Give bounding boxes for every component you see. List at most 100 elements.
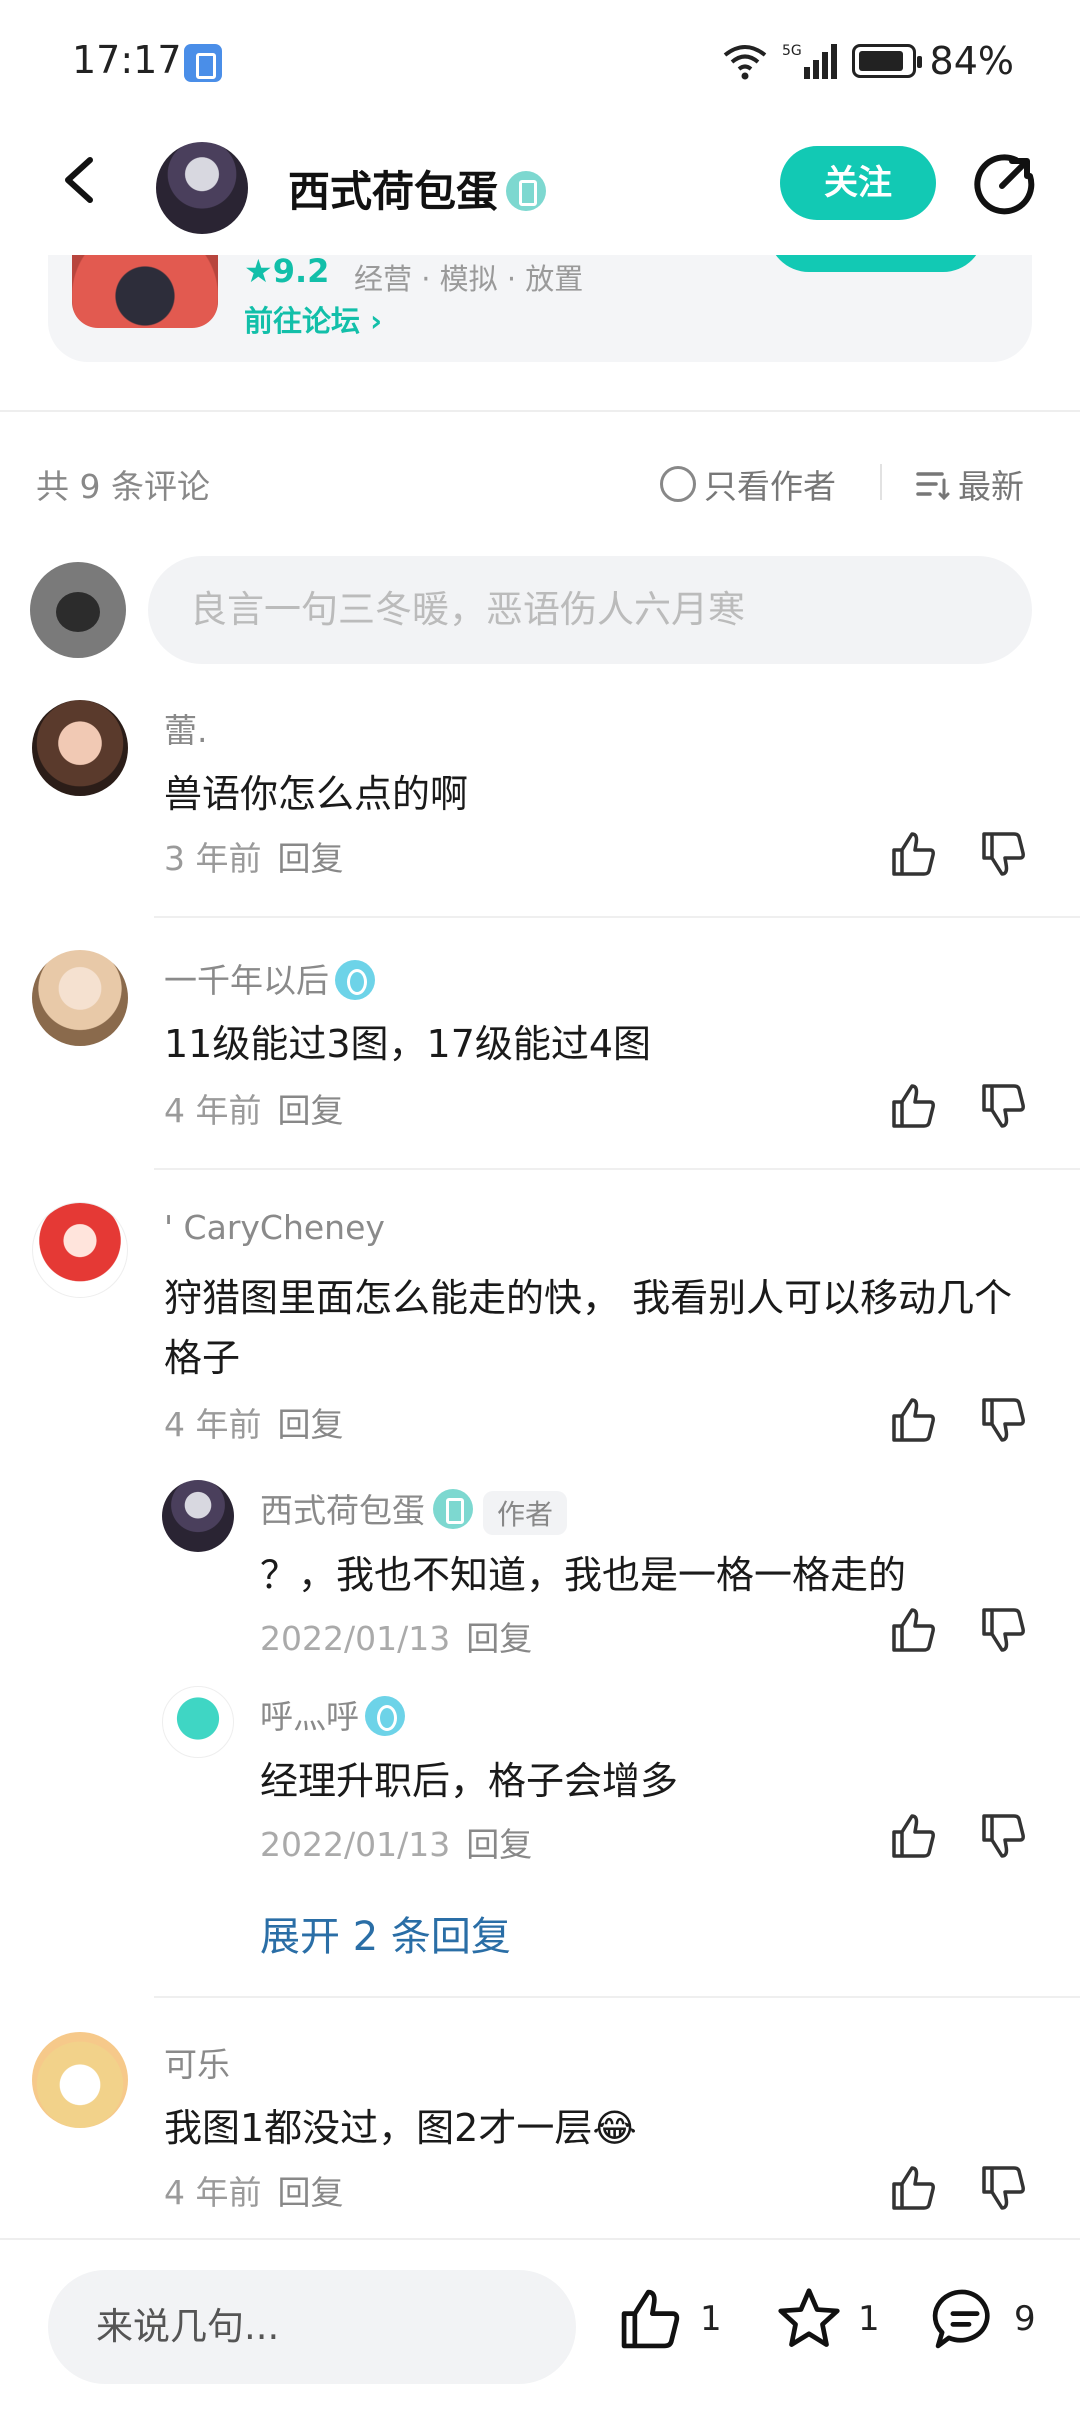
comment-meta: 4 年前 回复 — [164, 1084, 344, 1132]
comment-divider — [154, 1996, 1080, 1998]
reply-time: 2022/01/13 — [260, 1619, 451, 1658]
thumbs-up-icon[interactable] — [888, 2162, 940, 2214]
commenter-name[interactable]: 一千年以后 — [164, 954, 375, 1003]
verified-badge-icon — [506, 170, 547, 211]
comment-text: 兽语你怎么点的啊 — [164, 772, 469, 816]
cellular-signal-icon: 5G — [782, 43, 837, 79]
expand-replies-button[interactable]: 展开 2 条回复 — [260, 1904, 511, 1962]
comment-text: 我图1都没过，图2才一层😂 — [164, 2106, 637, 2150]
favorite-count: 1 — [858, 2299, 880, 2339]
like-post-button[interactable]: 1 — [616, 2284, 722, 2354]
reply-meta: 2022/01/13 回复 — [260, 1818, 532, 1866]
comment-divider — [154, 1168, 1080, 1170]
comment-time: 4 年前 — [164, 1405, 262, 1444]
reply-text: 经理升职后，格子会增多 — [260, 1759, 679, 1803]
app-notification-icon — [184, 44, 222, 82]
comment-text: 狩猎图里面怎么能走的快， 我看别人可以移动几个格子 — [164, 1276, 1013, 1380]
sort-icon — [916, 472, 950, 501]
comment-time: 4 年前 — [164, 1091, 262, 1130]
replier-name[interactable]: 呼灬呼 — [260, 1690, 405, 1739]
section-divider — [0, 410, 1080, 412]
reply-button[interactable]: 回复 — [278, 1405, 344, 1444]
reply-button[interactable]: 回复 — [278, 839, 344, 878]
reply-button[interactable]: 回复 — [278, 1091, 344, 1130]
thumbs-up-icon[interactable] — [888, 1394, 940, 1446]
like-count: 1 — [700, 2299, 722, 2339]
top-header: 西式荷包蛋 关注 — [0, 120, 1080, 255]
commenter-avatar[interactable] — [32, 2032, 128, 2128]
comment-time: 3 年前 — [164, 839, 262, 878]
replier-name[interactable]: 西式荷包蛋 作者 — [260, 1484, 568, 1535]
comment-item: ' CaryCheney 狩猎图里面怎么能走的快， 我看别人可以移动几个格子 4… — [0, 1192, 1080, 2002]
comment-button[interactable]: 9 — [930, 2284, 1036, 2354]
network-type-label: 5G — [782, 43, 802, 59]
author-only-filter[interactable]: 只看作者 — [660, 460, 836, 508]
bottom-action-bar: 来说几句... 1 1 9 — [0, 2238, 1080, 2412]
comment-meta: 3 年前 回复 — [164, 832, 344, 880]
comment-input[interactable]: 良言一句三冬暖，恶语伤人六月寒 — [148, 556, 1032, 664]
favorite-button[interactable]: 1 — [774, 2284, 880, 2354]
forum-link[interactable]: 前往论坛 › — [244, 298, 382, 340]
author-name-text: 西式荷包蛋 — [288, 167, 499, 216]
thumbs-up-icon[interactable] — [888, 1810, 940, 1862]
battery-percentage: 84% — [929, 39, 1014, 83]
comment-meta: 4 年前 回复 — [164, 1398, 344, 1446]
comment-item: 可乐 我图1都没过，图2才一层😂 4 年前 回复 — [0, 2024, 1080, 2234]
follow-button[interactable]: 关注 — [780, 146, 936, 220]
thumbs-up-icon[interactable] — [888, 828, 940, 880]
reply-button[interactable]: 回复 — [278, 2173, 344, 2212]
sort-label: 最新 — [958, 467, 1024, 506]
reply-text: ？，我也不知道，我也是一格一格走的 — [260, 1553, 907, 1597]
reply-button[interactable]: 回复 — [466, 1619, 532, 1658]
comment-bubble-icon — [932, 2289, 990, 2349]
status-indicators: 5G 84% — [722, 36, 1014, 86]
commenter-avatar[interactable] — [32, 950, 128, 1046]
replier-avatar[interactable] — [162, 1480, 234, 1552]
level-badge-icon — [365, 1695, 405, 1736]
comment-item: 蕾. 兽语你怎么点的啊 3 年前 回复 — [0, 690, 1080, 920]
commenter-avatar[interactable] — [32, 1202, 128, 1298]
game-rating: ★9.2 — [244, 252, 330, 290]
status-time: 17:17 — [72, 38, 182, 82]
my-avatar — [30, 562, 126, 658]
thumbs-up-icon[interactable] — [888, 1604, 940, 1656]
thumbs-down-icon[interactable] — [978, 1604, 1030, 1656]
comment-text: 11级能过3图，17级能过4图 — [164, 1022, 652, 1066]
game-tags: 经营 · 模拟 · 放置 — [354, 262, 584, 296]
commenter-avatar[interactable] — [32, 700, 128, 796]
verified-badge-icon — [433, 1488, 473, 1529]
replier-name-text: 西式荷包蛋 — [260, 1491, 425, 1530]
thumbs-down-icon[interactable] — [978, 1810, 1030, 1862]
commenter-name[interactable]: ' CaryCheney — [164, 1208, 385, 1247]
star-icon — [778, 2288, 840, 2347]
thumbs-down-icon[interactable] — [978, 2162, 1030, 2214]
replier-name-text: 呼灬呼 — [260, 1697, 359, 1736]
battery-icon — [851, 44, 922, 78]
comment-meta: 4 年前 回复 — [164, 2166, 344, 2214]
status-bar: 17:17 5G 84% — [0, 0, 1080, 120]
radio-unchecked-icon — [660, 466, 696, 502]
commenter-name[interactable]: 可乐 — [164, 2038, 230, 2086]
author-name[interactable]: 西式荷包蛋 — [288, 158, 547, 219]
bottom-comment-input[interactable]: 来说几句... — [48, 2270, 576, 2384]
author-only-label: 只看作者 — [704, 467, 836, 506]
sort-button[interactable]: 最新 — [914, 460, 1024, 508]
author-tag: 作者 — [483, 1490, 568, 1535]
thumbs-down-icon[interactable] — [978, 1080, 1030, 1132]
back-arrow-icon[interactable] — [52, 150, 112, 210]
share-icon[interactable] — [972, 152, 1036, 216]
thumbs-down-icon[interactable] — [978, 1394, 1030, 1446]
thumbs-down-icon[interactable] — [978, 828, 1030, 880]
comment-item: 一千年以后 11级能过3图，17级能过4图 4 年前 回复 — [0, 940, 1080, 1172]
commenter-name-text: 一千年以后 — [164, 961, 329, 1000]
replier-avatar[interactable] — [162, 1686, 234, 1758]
reply-button[interactable]: 回复 — [466, 1825, 532, 1864]
filter-divider — [880, 464, 882, 500]
thumbs-up-icon[interactable] — [888, 1080, 940, 1132]
thumbs-up-icon — [621, 2289, 680, 2349]
comment-divider — [154, 916, 1080, 918]
comment-count: 9 — [1014, 2299, 1036, 2339]
author-avatar[interactable] — [156, 142, 248, 234]
level-badge-icon — [335, 959, 375, 1000]
commenter-name[interactable]: 蕾. — [164, 704, 208, 752]
